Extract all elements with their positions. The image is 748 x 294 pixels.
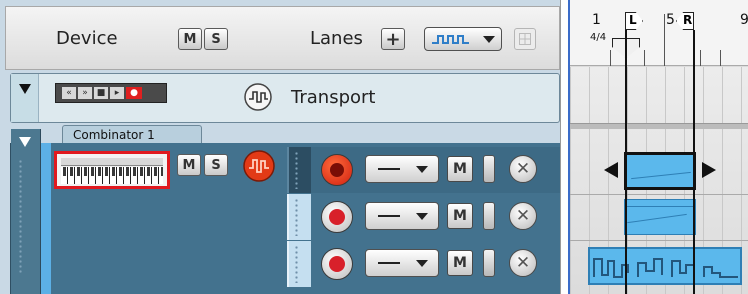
chevron-down-icon [416, 260, 428, 267]
combinator-track-handle [11, 129, 41, 294]
lanes-label: Lanes [310, 28, 363, 49]
left-locator[interactable]: L [625, 12, 643, 30]
transport-track[interactable]: « » ■ ▸ ● Transport [10, 73, 560, 123]
combinator-track-tab[interactable]: Combinator 1 [62, 125, 202, 144]
chevron-down-icon [483, 36, 495, 43]
lane-row[interactable]: M ✕ [287, 194, 561, 240]
stop-icon: ■ [94, 87, 108, 99]
fast-forward-icon: » [78, 87, 92, 99]
lane-record-button[interactable] [321, 154, 353, 186]
combinator-selected-bar [41, 143, 51, 294]
add-lane-button[interactable]: + [381, 28, 405, 50]
lane-handle[interactable] [287, 147, 311, 193]
lane-automation-dropdown[interactable] [365, 202, 439, 230]
arrange-view[interactable]: 1 4/4 5 9 L R [568, 0, 748, 294]
combinator-track[interactable]: M S M ✕ M ✕ M ✕ [10, 129, 561, 294]
combinator-track-name: Combinator 1 [73, 128, 155, 142]
note-clip[interactable] [588, 247, 742, 285]
chevron-down-icon [416, 166, 428, 173]
close-icon[interactable]: ✕ [509, 249, 537, 277]
lane-automation-dropdown[interactable] [365, 249, 439, 277]
timeline-ruler[interactable]: 1 4/4 5 9 L R [570, 0, 748, 66]
lane-mute-button[interactable]: M [447, 203, 473, 229]
lane-row[interactable]: M ✕ [287, 147, 561, 193]
lane-fader[interactable] [483, 155, 495, 183]
lane-mute-button[interactable]: M [447, 250, 473, 276]
pane-divider[interactable] [560, 0, 568, 294]
grid-icon [519, 33, 531, 45]
record-enable-icon[interactable] [243, 150, 275, 182]
note-pattern-icon [593, 258, 738, 278]
right-locator-line [693, 30, 695, 294]
lane-fader[interactable] [483, 202, 495, 230]
lane-fader[interactable] [483, 249, 495, 277]
lane-handle[interactable] [287, 194, 311, 240]
time-signature: 4/4 [590, 32, 607, 43]
transport-track-name: Transport [291, 87, 376, 108]
lane-clip[interactable] [624, 199, 696, 235]
lane-view-button[interactable] [514, 28, 536, 50]
device-column-label: Device [56, 28, 118, 49]
close-icon[interactable]: ✕ [509, 155, 537, 183]
bar-number-1: 1 [592, 12, 601, 28]
transport-track-header [11, 74, 39, 122]
resize-left-handle-icon[interactable] [604, 162, 618, 178]
global-mute-button[interactable]: M [178, 28, 202, 50]
keyboard-icon[interactable] [54, 151, 170, 189]
lane-automation-dropdown[interactable] [365, 155, 439, 183]
resize-right-handle-icon[interactable] [702, 162, 716, 178]
automation-wave-icon [432, 35, 469, 44]
collapse-triangle-icon[interactable] [19, 137, 31, 147]
track-list-header: Device M S Lanes + [5, 6, 560, 70]
record-icon: ● [126, 87, 142, 99]
global-solo-button[interactable]: S [204, 28, 228, 50]
play-icon: ▸ [110, 87, 124, 99]
rewind-icon: « [62, 87, 76, 99]
lane-select-dropdown[interactable] [424, 27, 502, 51]
lane-record-button[interactable] [321, 201, 353, 233]
wave-icon [244, 83, 272, 111]
transport-device-thumbnail: « » ■ ▸ ● [55, 83, 167, 103]
combinator-mute-button[interactable]: M [177, 154, 201, 176]
bar-number-5: 5 [666, 12, 675, 28]
chevron-down-icon [416, 213, 428, 220]
collapse-triangle-icon[interactable] [19, 84, 31, 94]
close-icon[interactable]: ✕ [509, 202, 537, 230]
right-locator[interactable]: R [676, 12, 694, 30]
lane-handle[interactable] [287, 241, 311, 287]
combinator-solo-button[interactable]: S [204, 154, 228, 176]
left-locator-line [625, 30, 627, 294]
lane-row[interactable]: M ✕ [287, 241, 561, 287]
lane-record-button[interactable] [321, 248, 353, 280]
bar-number-9: 9 [740, 12, 748, 28]
lane-mute-button[interactable]: M [447, 156, 473, 182]
lane-clip-selected[interactable] [624, 152, 696, 190]
